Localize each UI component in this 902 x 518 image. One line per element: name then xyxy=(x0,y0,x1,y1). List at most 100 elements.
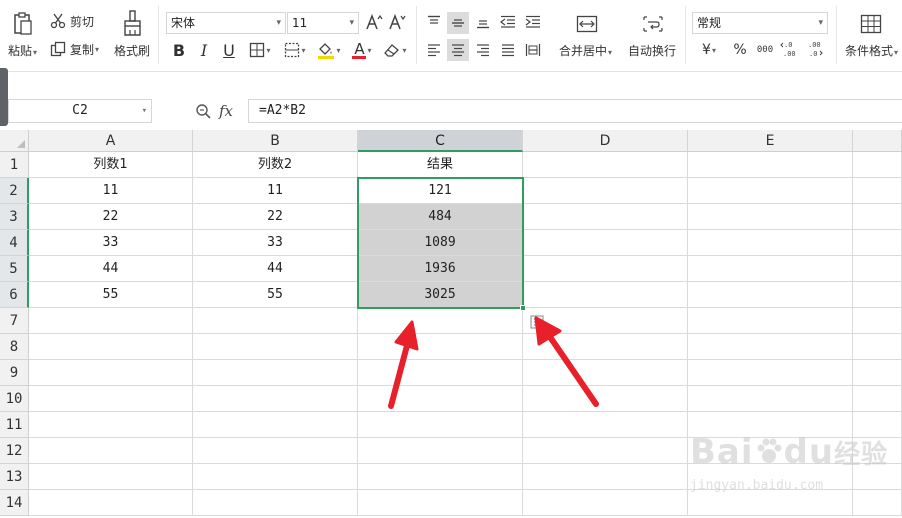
cell-b2[interactable]: 11 xyxy=(193,178,358,204)
align-top-button[interactable] xyxy=(424,12,444,32)
cell-c12[interactable] xyxy=(358,438,523,464)
chevron-down-icon[interactable]: ▾ xyxy=(608,48,612,57)
row-header-10[interactable]: 10 xyxy=(0,386,29,412)
cell-c14[interactable] xyxy=(358,490,523,516)
column-header-c[interactable]: C xyxy=(358,130,523,152)
cell-a5[interactable]: 44 xyxy=(29,256,193,282)
cell-c7[interactable] xyxy=(358,308,523,334)
cell-f3[interactable] xyxy=(853,204,902,230)
clear-button[interactable]: ▾ xyxy=(380,40,410,60)
autofill-options-icon[interactable] xyxy=(530,315,544,329)
row-header-8[interactable]: 8 xyxy=(0,334,29,360)
font-color-button[interactable]: A ▾ xyxy=(348,40,376,60)
chevron-down-icon[interactable]: ▾ xyxy=(818,13,823,33)
cell-b13[interactable] xyxy=(193,464,358,490)
cell-e6[interactable] xyxy=(688,282,853,308)
row-header-11[interactable]: 11 xyxy=(0,412,29,438)
zoom-search-icon[interactable] xyxy=(195,103,211,119)
format-painter-label[interactable]: 格式刷 xyxy=(114,42,150,59)
cell-c4[interactable]: 1089 xyxy=(358,230,523,256)
font-size-select[interactable]: 11 ▾ xyxy=(287,12,359,34)
border-button[interactable]: ▾ xyxy=(245,40,275,60)
cell-e5[interactable] xyxy=(688,256,853,282)
cell-e4[interactable] xyxy=(688,230,853,256)
decrease-indent-button[interactable] xyxy=(498,12,518,32)
column-header-e[interactable]: E xyxy=(688,130,853,152)
number-format-select[interactable]: 常规 ▾ xyxy=(692,12,828,34)
row-header-7[interactable]: 7 xyxy=(0,308,29,334)
cell-c5[interactable]: 1936 xyxy=(358,256,523,282)
cell-f10[interactable] xyxy=(853,386,902,412)
cell-e9[interactable] xyxy=(688,360,853,386)
cell-b4[interactable]: 33 xyxy=(193,230,358,256)
underline-button[interactable]: U xyxy=(220,40,238,60)
cell-d4[interactable] xyxy=(523,230,688,256)
row-header-12[interactable]: 12 xyxy=(0,438,29,464)
column-header-d[interactable]: D xyxy=(523,130,688,152)
select-all-corner[interactable] xyxy=(0,130,29,152)
row-header-3[interactable]: 3 xyxy=(0,204,29,230)
insert-function-button[interactable]: fx xyxy=(219,102,233,120)
cell-e8[interactable] xyxy=(688,334,853,360)
wrap-text-label[interactable]: 自动换行 xyxy=(628,42,676,59)
cell-a1[interactable]: 列数1 xyxy=(29,152,193,178)
thousands-button[interactable]: 000 xyxy=(754,40,776,60)
cell-b5[interactable]: 44 xyxy=(193,256,358,282)
cell-e1[interactable] xyxy=(688,152,853,178)
align-center-button[interactable] xyxy=(447,39,469,61)
cell-b12[interactable] xyxy=(193,438,358,464)
cell-e2[interactable] xyxy=(688,178,853,204)
column-header-overflow[interactable] xyxy=(853,130,902,152)
align-bottom-button[interactable] xyxy=(473,12,493,32)
format-painter-button[interactable] xyxy=(118,8,148,38)
conditional-format-button[interactable] xyxy=(858,12,884,36)
cell-a10[interactable] xyxy=(29,386,193,412)
cell-c2[interactable]: 121 xyxy=(358,178,523,204)
cell-f4[interactable] xyxy=(853,230,902,256)
copy-dropdown-icon[interactable]: ▾ xyxy=(95,45,99,54)
cell-d13[interactable] xyxy=(523,464,688,490)
cell-d5[interactable] xyxy=(523,256,688,282)
wrap-text-button[interactable] xyxy=(640,12,666,36)
bold-button[interactable]: B xyxy=(170,40,188,60)
chevron-down-icon[interactable]: ▾ xyxy=(402,46,406,55)
cell-a4[interactable]: 33 xyxy=(29,230,193,256)
italic-button[interactable]: I xyxy=(195,40,213,60)
cell-a9[interactable] xyxy=(29,360,193,386)
chevron-down-icon[interactable]: ▾ xyxy=(712,46,716,55)
merge-center-button[interactable] xyxy=(574,12,600,36)
increase-indent-button[interactable] xyxy=(523,12,543,32)
cell-b14[interactable] xyxy=(193,490,358,516)
cell-c6[interactable]: 3025 xyxy=(358,282,523,308)
paste-label[interactable]: 粘贴 xyxy=(8,44,32,58)
cut-button[interactable]: 剪切 xyxy=(50,12,94,30)
paste-dropdown-icon[interactable]: ▾ xyxy=(33,48,37,57)
row-header-9[interactable]: 9 xyxy=(0,360,29,386)
cell-c1[interactable]: 结果 xyxy=(358,152,523,178)
cell-c3[interactable]: 484 xyxy=(358,204,523,230)
cell-a11[interactable] xyxy=(29,412,193,438)
cell-d3[interactable] xyxy=(523,204,688,230)
cell-e7[interactable] xyxy=(688,308,853,334)
conditional-format-label[interactable]: 条件格式 xyxy=(845,44,893,58)
align-middle-button[interactable] xyxy=(447,12,469,34)
cell-c9[interactable] xyxy=(358,360,523,386)
cell-a8[interactable] xyxy=(29,334,193,360)
cell-b9[interactable] xyxy=(193,360,358,386)
chevron-down-icon[interactable]: ▾ xyxy=(349,13,354,33)
cell-d14[interactable] xyxy=(523,490,688,516)
distributed-align-button[interactable] xyxy=(523,40,543,60)
cell-f9[interactable] xyxy=(853,360,902,386)
chevron-down-icon[interactable]: ▾ xyxy=(142,100,147,122)
decrease-decimal-button[interactable]: .00 .0 xyxy=(804,38,826,60)
decrease-font-button[interactable] xyxy=(388,12,406,32)
cell-d7[interactable] xyxy=(523,308,688,334)
cell-d8[interactable] xyxy=(523,334,688,360)
chevron-down-icon[interactable]: ▾ xyxy=(276,13,281,33)
merge-center-label[interactable]: 合并居中 xyxy=(559,44,607,58)
cell-b8[interactable] xyxy=(193,334,358,360)
percent-button[interactable]: % xyxy=(730,40,750,60)
cell-f1[interactable] xyxy=(853,152,902,178)
name-box[interactable]: C2 ▾ xyxy=(8,99,152,123)
align-left-button[interactable] xyxy=(424,40,444,60)
